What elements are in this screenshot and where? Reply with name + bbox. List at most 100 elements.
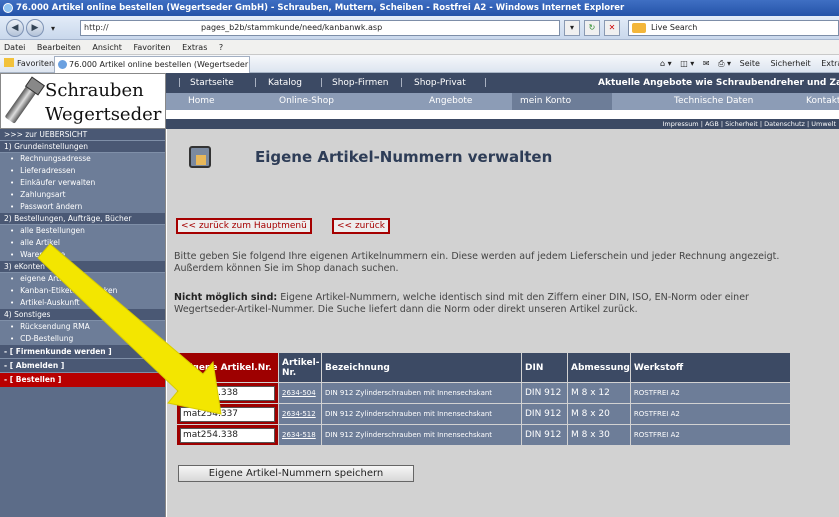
table-row: 2634-504 DIN 912 Zylinderschrauben mit I…: [176, 382, 791, 404]
news-ticker[interactable]: Aktuelle Angebote wie Schraubendreher un…: [598, 73, 839, 93]
nav-katalog[interactable]: Katalog: [268, 73, 302, 93]
abmessung-cell: M 8 x 30: [567, 424, 631, 446]
site-logo[interactable]: Schrauben Wegertseder: [0, 73, 166, 129]
page-menu[interactable]: Seite: [740, 59, 760, 68]
favorites-label: Favoriten: [17, 59, 55, 68]
nav-separator: |: [320, 78, 324, 88]
mail-icon[interactable]: ✉: [703, 59, 710, 68]
sidebar-item-artikel-auskunft[interactable]: Artikel-Auskunft: [0, 297, 165, 309]
subnav-angebote[interactable]: Angebote: [429, 93, 472, 110]
col-header-eigene: Eigene Artikel.Nr.: [176, 352, 279, 383]
sidebar-overview-link[interactable]: >>> zur UEBERSICHT: [0, 129, 165, 141]
sidebar-section-bestellungen[interactable]: 2) Bestellungen, Aufträge, Bücher: [0, 213, 165, 225]
sidebar-item-alle-artikel[interactable]: alle Artikel: [0, 237, 165, 249]
address-bar[interactable]: http:// pages_b2b/stammkunde/need/kanban…: [80, 20, 560, 36]
sidebar-item-passwort[interactable]: Passwort ändern: [0, 201, 165, 213]
favorites-bar: Favoriten 76.000 Artikel online bestelle…: [0, 55, 839, 73]
sidebar-section-ekonten[interactable]: 3) eKonten: [0, 261, 165, 273]
werkstoff-cell: ROSTFREI A2: [629, 403, 791, 425]
main-content: Eigene Artikel-Nummern verwalten << zurü…: [167, 129, 839, 517]
stop-icon[interactable]: ✕: [604, 20, 620, 36]
forward-arrow-icon[interactable]: ▶: [26, 19, 44, 37]
subnav-home[interactable]: Home: [188, 93, 215, 110]
address-dropdown-icon[interactable]: ▾: [564, 20, 580, 36]
menu-extras[interactable]: Extras: [182, 43, 207, 52]
address-toolbar: ◀ ▶ ▾ http:// pages_b2b/stammkunde/need/…: [0, 16, 839, 40]
sidebar-item-eigene-artikel-nr[interactable]: eigene Artikel-Nr.: [0, 273, 165, 285]
bezeichnung-cell: DIN 912 Zylinderschrauben mit Innensechs…: [321, 382, 522, 404]
home-icon[interactable]: ⌂ ▾: [660, 59, 672, 68]
history-dropdown-icon[interactable]: ▾: [48, 22, 58, 34]
ie-logo-icon: [3, 3, 13, 13]
sidebar-firmenkunde-werden[interactable]: - [ Firmenkunde werden ]: [0, 345, 165, 359]
table-header-row: Eigene Artikel.Nr. Artikel-Nr. Bezeichnu…: [176, 352, 791, 383]
eigene-nr-cell: [176, 424, 279, 446]
subnav-kontakt[interactable]: Kontakt: [806, 93, 839, 110]
menu-bearbeiten[interactable]: Bearbeiten: [37, 43, 81, 52]
save-article-numbers-button[interactable]: Eigene Artikel-Nummern speichern: [178, 465, 414, 482]
sidebar-item-rechnungsadresse[interactable]: Rechnungsadresse: [0, 153, 165, 165]
sidebar-item-einkaeufer[interactable]: Einkäufer verwalten: [0, 177, 165, 189]
live-search-placeholder: Live Search: [651, 23, 698, 32]
artikel-nr-link[interactable]: 2634-518: [278, 424, 322, 446]
abmessung-cell: M 8 x 20: [567, 403, 631, 425]
eigene-nr-input[interactable]: [180, 385, 275, 401]
back-arrow-icon[interactable]: ◀: [6, 19, 24, 37]
menu-favoriten[interactable]: Favoriten: [133, 43, 170, 52]
nav-shop-firmen[interactable]: Shop-Firmen: [332, 73, 388, 93]
sidebar-section-grundeinstellungen[interactable]: 1) Grundeinstellungen: [0, 141, 165, 153]
live-search-box[interactable]: Live Search: [628, 20, 839, 36]
back-button[interactable]: << zurück: [332, 218, 390, 234]
back-to-main-menu-button[interactable]: << zurück zum Hauptmenü: [176, 218, 312, 234]
page-favicon-icon: [58, 60, 67, 69]
restriction-note-label: Nicht möglich sind:: [174, 292, 278, 303]
site-header: Schrauben Wegertseder | Startseite | Kat…: [0, 73, 839, 129]
menu-help[interactable]: ?: [219, 43, 223, 52]
din-cell: DIN 912: [521, 403, 568, 425]
sidebar-item-warenkoerbe[interactable]: Warenkörbe: [0, 249, 165, 261]
werkstoff-cell: ROSTFREI A2: [629, 424, 791, 446]
subnav-technische-daten[interactable]: Technische Daten: [674, 93, 753, 110]
sidebar-abmelden[interactable]: - [ Abmelden ]: [0, 359, 165, 373]
subnav-online-shop[interactable]: Online-Shop: [279, 93, 334, 110]
subnav-mein-konto[interactable]: mein Konto: [512, 93, 612, 110]
feeds-icon[interactable]: ◫ ▾: [680, 59, 694, 68]
page-icon: [189, 146, 211, 168]
sidebar-section-sonstiges[interactable]: 4) Sonstiges: [0, 309, 165, 321]
nav-startseite[interactable]: Startseite: [190, 73, 234, 93]
print-icon[interactable]: ⎙ ▾: [718, 59, 731, 68]
menu-ansicht[interactable]: Ansicht: [92, 43, 122, 52]
col-header-bezeichnung: Bezeichnung: [321, 352, 522, 383]
star-icon: [4, 58, 14, 67]
favorites-button[interactable]: Favoriten: [4, 55, 54, 73]
intro-text: Bitte geben Sie folgend Ihre eigenen Art…: [174, 251, 780, 274]
artikel-nr-link[interactable]: 2634-512: [278, 403, 322, 425]
sidebar-item-alle-bestellungen[interactable]: alle Bestellungen: [0, 225, 165, 237]
address-url: pages_b2b/stammkunde/need/kanbanwk.asp: [201, 23, 383, 32]
browser-tab[interactable]: 76.000 Artikel online bestellen (Wegerts…: [54, 56, 250, 73]
eigene-nr-input[interactable]: [180, 427, 275, 443]
refresh-icon[interactable]: ↻: [584, 20, 600, 36]
artikel-nr-link[interactable]: 2634-504: [278, 382, 322, 404]
sidebar-item-cd-bestellung[interactable]: CD-Bestellung: [0, 333, 165, 345]
eigene-nr-cell: [176, 382, 279, 404]
nav-shop-privat[interactable]: Shop-Privat: [414, 73, 466, 93]
nav-separator: |: [400, 78, 404, 88]
sidebar-bestellen[interactable]: - [ Bestellen ]: [0, 373, 165, 387]
sidebar-item-lieferadressen[interactable]: Lieferadressen: [0, 165, 165, 177]
tools-menu[interactable]: Extras: [821, 59, 839, 68]
werkstoff-cell: ROSTFREI A2: [629, 382, 791, 404]
address-prefix: http://: [84, 23, 109, 32]
security-menu[interactable]: Sicherheit: [770, 59, 810, 68]
restriction-note: Nicht möglich sind: Eigene Artikel-Numme…: [174, 292, 774, 316]
sidebar-item-ruecksendung[interactable]: Rücksendung RMA: [0, 321, 165, 333]
col-header-abmessung: Abmessung: [567, 352, 631, 383]
eigene-nr-input[interactable]: [180, 406, 275, 422]
impressum-links[interactable]: Impressum | AGB | Sicherheit | Datenschu…: [166, 119, 839, 129]
window-title: 76.000 Artikel online bestellen (Wegerts…: [16, 3, 625, 13]
table-row: 2634-512 DIN 912 Zylinderschrauben mit I…: [176, 403, 791, 425]
eigene-nr-cell: [176, 403, 279, 425]
menu-datei[interactable]: Datei: [4, 43, 25, 52]
sidebar-item-zahlungsart[interactable]: Zahlungsart: [0, 189, 165, 201]
sidebar-item-kanban[interactable]: Kanban-Etiketten drucken: [0, 285, 165, 297]
